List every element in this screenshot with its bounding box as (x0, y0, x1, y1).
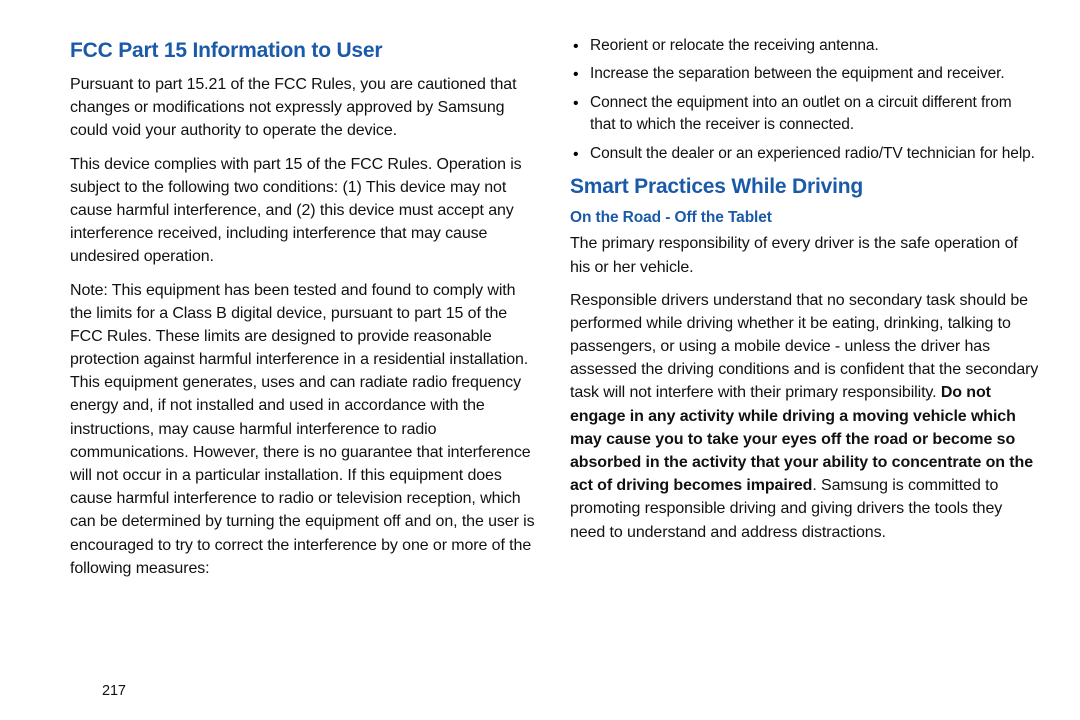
driving-heading: Smart Practices While Driving (570, 175, 1040, 199)
driving-para-responsible: Responsible drivers understand that no s… (570, 289, 1040, 544)
document-page: FCC Part 15 Information to User Pursuant… (0, 0, 1080, 590)
list-item: Connect the equipment into an outlet on … (570, 92, 1040, 137)
driving-para-primary: The primary responsibility of every driv… (570, 232, 1040, 278)
fcc-para-2: This device complies with part 15 of the… (70, 153, 540, 269)
fcc-para-1: Pursuant to part 15.21 of the FCC Rules,… (70, 73, 540, 143)
fcc-heading: FCC Part 15 Information to User (70, 39, 540, 63)
list-item: Consult the dealer or an experienced rad… (570, 143, 1040, 165)
interference-measures-list: Reorient or relocate the receiving anten… (570, 35, 1040, 165)
right-column: Reorient or relocate the receiving anten… (570, 35, 1050, 590)
fcc-para-3: Note: This equipment has been tested and… (70, 279, 540, 580)
driving-subheading: On the Road - Off the Tablet (570, 209, 1040, 227)
list-item: Reorient or relocate the receiving anten… (570, 35, 1040, 57)
page-number: 217 (102, 683, 126, 699)
left-column: FCC Part 15 Information to User Pursuant… (70, 35, 540, 590)
list-item: Increase the separation between the equi… (570, 63, 1040, 85)
